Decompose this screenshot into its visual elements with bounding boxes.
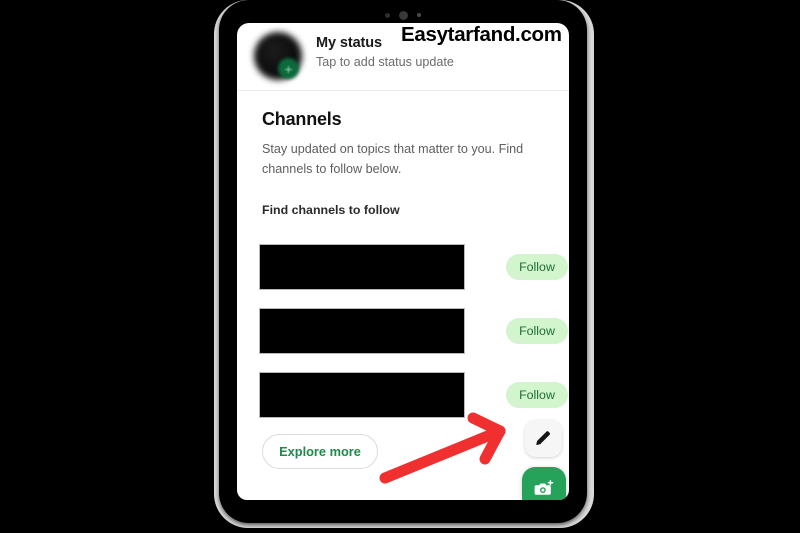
channel-list: Follow Follow Follow: [237, 241, 569, 433]
channel-name-redacted: [259, 308, 465, 354]
find-channels-label: Find channels to follow: [262, 203, 400, 217]
channel-row[interactable]: Follow: [237, 305, 569, 369]
channel-row[interactable]: Follow: [237, 241, 569, 305]
follow-button[interactable]: Follow: [506, 318, 568, 344]
header-divider: [237, 90, 569, 91]
phone-device-frame: + My status Tap to add status update Cha…: [219, 0, 587, 523]
camera-fab-button[interactable]: [522, 467, 566, 500]
channel-name-redacted: [259, 244, 465, 290]
channels-heading: Channels: [262, 109, 342, 129]
explore-more-button[interactable]: Explore more: [262, 434, 378, 469]
camera-dot-large-icon: [399, 10, 408, 20]
channels-description: Stay updated on topics that matter to yo…: [262, 142, 524, 176]
pencil-icon: [536, 431, 550, 445]
device-camera-dots: [219, 9, 587, 21]
avatar[interactable]: +: [251, 30, 305, 84]
site-watermark: Easytarfand.com: [401, 23, 562, 46]
camera-dot-tiny-icon: [417, 13, 421, 17]
camera-plus-icon: [534, 479, 554, 495]
follow-button[interactable]: Follow: [506, 254, 568, 280]
plus-icon: +: [284, 60, 293, 77]
channel-name-redacted: [259, 372, 465, 418]
camera-dot-small-icon: [385, 12, 390, 18]
my-status-subtitle: Tap to add status update: [316, 55, 454, 69]
screenshot-canvas: + My status Tap to add status update Cha…: [0, 0, 800, 533]
follow-button[interactable]: Follow: [506, 382, 568, 408]
edit-fab-button[interactable]: [525, 420, 562, 457]
phone-screen: + My status Tap to add status update Cha…: [237, 23, 569, 500]
channel-row[interactable]: Follow: [237, 369, 569, 433]
